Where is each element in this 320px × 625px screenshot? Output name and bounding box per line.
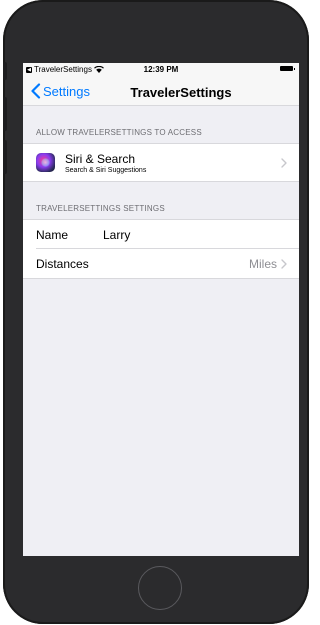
name-cell[interactable]: Name Larry (23, 220, 299, 249)
distances-cell[interactable]: Distances Miles (23, 249, 299, 279)
distances-label: Distances (36, 256, 89, 271)
volume-up-button (3, 97, 7, 131)
siri-icon (36, 153, 55, 172)
section-header-access: ALLOW TRAVELERSETTINGS TO ACCESS (23, 106, 299, 144)
status-bar: ◀ TravelerSettings 12:39 PM (23, 63, 299, 77)
name-field[interactable]: Larry (103, 228, 130, 242)
screen: ◀ TravelerSettings 12:39 PM Settings Tra… (23, 63, 299, 556)
section-header-settings: TRAVELERSETTINGS SETTINGS (23, 182, 299, 220)
page-title: TravelerSettings (130, 85, 232, 100)
siri-search-text: Siri & Search Search & Siri Suggestions (65, 152, 146, 174)
chevron-right-icon (281, 157, 287, 168)
home-button[interactable] (138, 566, 182, 610)
chevron-right-icon (281, 258, 287, 269)
siri-search-title: Siri & Search (65, 151, 136, 166)
name-label: Name (36, 227, 69, 242)
mute-switch (3, 62, 7, 80)
status-time: 12:39 PM (143, 65, 179, 74)
battery-icon (280, 66, 295, 71)
distances-value: Miles (248, 256, 277, 271)
siri-search-subtitle: Search & Siri Suggestions (65, 166, 147, 174)
siri-search-cell[interactable]: Siri & Search Search & Siri Suggestions (23, 144, 299, 182)
navigation-bar: Settings TravelerSettings (23, 77, 299, 106)
volume-down-button (3, 140, 7, 174)
